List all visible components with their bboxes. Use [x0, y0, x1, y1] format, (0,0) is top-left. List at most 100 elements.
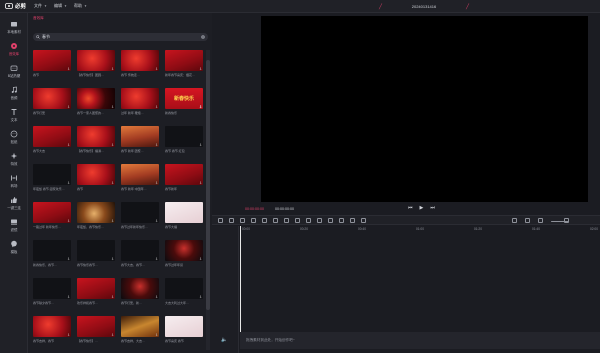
asset-card[interactable]: 新春快乐 ⇩ 新春快乐 — [165, 88, 203, 115]
freeze-icon[interactable] — [317, 218, 322, 223]
nav-item-6[interactable]: 特效 — [0, 148, 28, 170]
download-icon[interactable]: ⇩ — [111, 333, 114, 337]
asset-card[interactable]: ⇩ 春节新年 — [165, 164, 203, 191]
volume-icon[interactable] — [339, 218, 344, 223]
download-icon[interactable]: ⇩ — [199, 219, 202, 223]
edit-icon[interactable] — [361, 218, 366, 223]
select-tool-icon[interactable] — [218, 218, 223, 223]
asset-card[interactable]: ⇩ 【春节快乐】福满… — [77, 126, 115, 153]
asset-card[interactable]: ⇩ 春节吉祥，春节 — [33, 316, 71, 343]
download-icon[interactable]: ⇩ — [199, 181, 202, 185]
asset-card[interactable]: ⇩ 春节大吉 — [33, 126, 71, 153]
record-icon[interactable] — [512, 218, 517, 223]
nav-item-8[interactable]: 一键三连 — [0, 192, 28, 214]
asset-card[interactable]: ⇩ 春节快乐春节… — [77, 240, 115, 267]
asset-card[interactable]: ⇩ 春节过年新年快乐… — [121, 202, 159, 229]
download-icon[interactable]: ⇩ — [155, 143, 158, 147]
split-icon[interactable] — [229, 218, 234, 223]
zoom-in-icon[interactable] — [564, 218, 569, 223]
nav-item-3[interactable]: 音频 — [0, 82, 28, 104]
asset-scrollbar[interactable] — [206, 50, 210, 350]
asset-card[interactable]: ⇩ 春节一家人团聚的… — [77, 88, 115, 115]
snap-icon[interactable] — [525, 218, 530, 223]
nav-item-1[interactable]: 音效库 — [0, 38, 28, 60]
nav-item-7[interactable]: 转场 — [0, 170, 28, 192]
project-name[interactable]: 20240131416 — [412, 4, 436, 9]
download-icon[interactable]: ⇩ — [155, 295, 158, 299]
pen-icon[interactable]: ╱ — [379, 4, 382, 10]
redo-icon[interactable] — [251, 218, 256, 223]
download-icon[interactable]: ⇩ — [67, 181, 70, 185]
download-icon[interactable]: ⇩ — [155, 333, 158, 337]
asset-card[interactable]: ⇩ 春节过年年货 — [165, 240, 203, 267]
download-icon[interactable]: ⇩ — [199, 143, 202, 147]
undo-icon[interactable] — [240, 218, 245, 223]
asset-card[interactable]: ⇩ 春节灯笼，新… — [121, 278, 159, 305]
download-icon[interactable]: ⇩ — [67, 257, 70, 261]
asset-card[interactable]: ⇩ 过年 新年 鞭炮… — [121, 88, 159, 115]
asset-card[interactable]: ⇩ 一路过年 新年快乐… — [33, 202, 71, 229]
next-frame-icon[interactable]: ⏭ — [430, 205, 435, 211]
download-icon[interactable]: ⇩ — [67, 219, 70, 223]
nav-item-9[interactable]: 滤镜 — [0, 214, 28, 236]
asset-card[interactable]: ⇩ 春节喜庆 春节 — [165, 316, 203, 343]
nav-item-4[interactable]: 文本 — [0, 104, 28, 126]
download-icon[interactable]: ⇩ — [155, 181, 158, 185]
download-icon[interactable]: ⇩ — [199, 67, 202, 71]
reverse-icon[interactable] — [328, 218, 333, 223]
play-icon[interactable]: ▶ — [420, 205, 424, 211]
mask-icon[interactable] — [350, 218, 355, 223]
nav-item-0[interactable]: 本地素材 — [0, 16, 28, 38]
asset-card[interactable]: ⇩ 【春节快乐】团圆… — [77, 50, 115, 77]
download-icon[interactable]: ⇩ — [67, 67, 70, 71]
nav-item-10[interactable]: 模板 — [0, 236, 28, 258]
download-icon[interactable]: ⇩ — [199, 257, 202, 261]
menu-edit[interactable]: 编辑 ▼ — [54, 3, 67, 9]
asset-card[interactable]: ⇩ 【春节快乐】… — [77, 316, 115, 343]
download-icon[interactable]: ⇩ — [67, 295, 70, 299]
asset-card[interactable]: ⇩ 欢乐祥和春节… — [77, 278, 115, 305]
download-icon[interactable]: ⇩ — [155, 219, 158, 223]
mirror-icon[interactable] — [284, 218, 289, 223]
zoom-out-icon[interactable] — [538, 218, 543, 223]
download-icon[interactable]: ⇩ — [155, 105, 158, 109]
timeline-tracks[interactable] — [240, 234, 600, 332]
download-icon[interactable]: ⇩ — [199, 333, 202, 337]
prev-frame-icon[interactable]: ⏮ — [408, 205, 413, 211]
video-player[interactable] — [261, 16, 588, 202]
asset-card[interactable]: ⇩ 年夜饭，春节快乐… — [77, 202, 115, 229]
delete-icon[interactable] — [262, 218, 267, 223]
asset-card[interactable]: ⇩ 春节大吉，春节… — [121, 240, 159, 267]
asset-card[interactable]: ⇩ 春节 — [77, 164, 115, 191]
speaker-icon[interactable]: 🔈 — [221, 337, 227, 343]
asset-card[interactable]: ⇩ 春节大福 — [165, 202, 203, 229]
asset-card[interactable]: ⇩ 春节吉祥，大吉… — [121, 316, 159, 343]
download-icon[interactable]: ⇩ — [111, 295, 114, 299]
nav-item-5[interactable]: 贴纸 — [0, 126, 28, 148]
playhead[interactable] — [240, 226, 241, 336]
menu-help[interactable]: 帮助 ▼ — [74, 3, 87, 9]
rotate-icon[interactable] — [295, 218, 300, 223]
asset-card[interactable]: ⇩ 春节 — [33, 50, 71, 77]
timeline-ruler[interactable]: 00:00 00:20 00:40 01:00 01:20 01:40 02:00 — [240, 226, 600, 234]
download-icon[interactable]: ⇩ — [111, 181, 114, 185]
asset-card[interactable]: ⇩ 新年春节喜庆：烟花… — [165, 50, 203, 77]
speed-icon[interactable] — [306, 218, 311, 223]
drop-track[interactable]: 拖拽素材到此处，开始创作吧~ — [240, 332, 600, 349]
asset-card[interactable]: ⇩ 大吉大利过大年… — [165, 278, 203, 305]
download-icon[interactable]: ⇩ — [155, 257, 158, 261]
asset-card[interactable]: ⇩ 春节 传统走… — [121, 50, 159, 77]
asset-card[interactable]: ⇩ 年夜饭 春节 阖家欢乐… — [33, 164, 71, 191]
download-icon[interactable]: ⇩ — [111, 143, 114, 147]
asset-card[interactable]: ⇩ 春节 新年 中国年… — [121, 164, 159, 191]
download-icon[interactable]: ⇩ — [155, 67, 158, 71]
asset-card[interactable]: ⇩ 春节除夕春节… — [33, 278, 71, 305]
search-input[interactable]: 春节 — [33, 33, 208, 41]
clear-icon[interactable] — [201, 35, 205, 39]
download-icon[interactable]: ⇩ — [111, 219, 114, 223]
menu-file[interactable]: 文件 ▼ — [34, 3, 47, 9]
download-icon[interactable]: ⇩ — [111, 67, 114, 71]
download-icon[interactable]: ⇩ — [111, 257, 114, 261]
download-icon[interactable]: ⇩ — [67, 333, 70, 337]
asset-card[interactable]: ⇩ 春节 春节 红包 — [165, 126, 203, 153]
